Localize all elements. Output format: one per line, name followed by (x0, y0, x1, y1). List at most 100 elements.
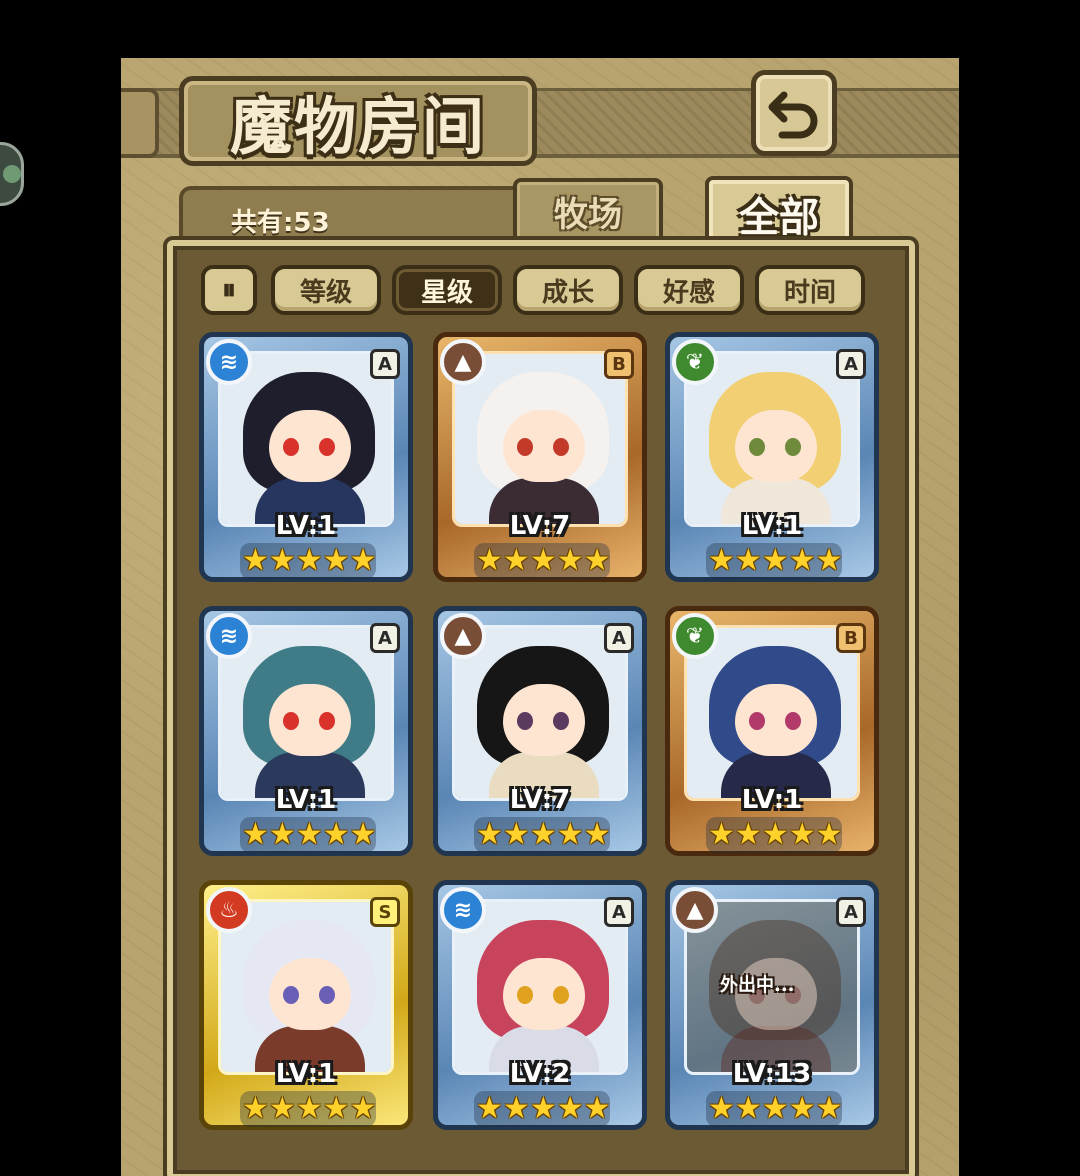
star-rating: ★ ★ ★ ★ ★ (474, 817, 611, 853)
star-icon: ★ (815, 1091, 843, 1126)
rank-badge: A (370, 623, 400, 653)
monster-card[interactable]: ≋ A LV:1 ★ ★ ★ ★ ★ (199, 606, 413, 856)
monster-card[interactable]: ≋ A LV:1 ★ ★ ★ ★ ★ (199, 332, 413, 582)
star-icon: ★ (295, 1091, 323, 1126)
star-icon: ★ (322, 543, 350, 578)
star-icon: ★ (734, 1091, 762, 1126)
level-label: LV:1 (275, 511, 337, 541)
back-button[interactable] (751, 70, 837, 156)
star-rating: ★ ★ ★ ★ ★ (240, 543, 377, 579)
star-rating: ★ ★ ★ ★ ★ (706, 543, 843, 579)
star-icon: ★ (268, 817, 296, 852)
star-icon: ★ (815, 817, 843, 852)
star-icon: ★ (583, 1091, 611, 1126)
star-rating: ★ ★ ★ ★ ★ (706, 1091, 843, 1127)
sort-by-time-button[interactable]: 时间 (755, 265, 865, 315)
star-icon: ★ (242, 543, 269, 578)
rank-badge: A (370, 349, 400, 379)
star-icon: ★ (708, 817, 735, 852)
level-label: LV:2 (509, 1059, 571, 1089)
monster-card[interactable]: ▲ B LV:7 ★ ★ ★ ★ ★ (433, 332, 647, 582)
sort-by-growth-button[interactable]: 成长 (513, 265, 623, 315)
rank-badge: A (604, 897, 634, 927)
monster-card[interactable]: ♨ S LV:1 ★ ★ ★ ★ ★ (199, 880, 413, 1130)
monster-card[interactable]: ❦ A LV:1 ★ ★ ★ ★ ★ (665, 332, 879, 582)
star-icon: ★ (476, 817, 503, 852)
star-icon: ★ (815, 543, 843, 578)
sort-label: 成长 (541, 277, 594, 308)
floating-assistant-button[interactable] (0, 142, 24, 206)
tab-ranch-label: 牧场 (554, 194, 622, 235)
water-icon: ≋ (206, 339, 252, 385)
portrait-eye (749, 438, 765, 456)
sort-by-level-button[interactable]: 等级 (271, 265, 381, 315)
star-icon: ★ (708, 543, 735, 578)
water-icon: ≋ (440, 887, 486, 933)
star-icon: ★ (502, 1091, 530, 1126)
rank-badge: A (836, 349, 866, 379)
star-icon: ★ (761, 543, 789, 578)
star-icon: ★ (734, 817, 762, 852)
portrait-eye (553, 712, 569, 730)
portrait-eye (749, 712, 765, 730)
star-rating: ★ ★ ★ ★ ★ (240, 817, 377, 853)
portrait-eye (517, 438, 533, 456)
sort-by-affection-button[interactable]: 好感 (634, 265, 744, 315)
star-icon: ★ (322, 1091, 350, 1126)
earth-icon: ▲ (440, 613, 486, 659)
star-icon: ★ (295, 543, 323, 578)
portrait-eye (553, 438, 569, 456)
away-status-label: 外出中... (720, 975, 795, 996)
rank-badge: A (604, 623, 634, 653)
level-label: LV:1 (741, 785, 803, 815)
earth-icon: ▲ (440, 339, 486, 385)
star-icon: ★ (788, 543, 816, 578)
portrait-eye (319, 712, 335, 730)
star-icon: ★ (556, 817, 584, 852)
sort-order-toggle[interactable]: ⏸ (201, 265, 257, 315)
star-icon: ★ (761, 817, 789, 852)
sort-label: 星级 (420, 277, 473, 308)
star-icon: ★ (268, 1091, 296, 1126)
star-icon: ★ (761, 1091, 789, 1126)
portrait-face (503, 410, 585, 482)
star-icon: ★ (502, 543, 530, 578)
star-icon: ★ (349, 1091, 377, 1126)
pause-order-icon: ⏸ (221, 273, 236, 306)
star-rating: ★ ★ ★ ★ ★ (474, 1091, 611, 1127)
star-icon: ★ (476, 1091, 503, 1126)
portrait-face (735, 684, 817, 756)
star-rating: ★ ★ ★ ★ ★ (474, 543, 611, 579)
monster-card[interactable]: ≋ A LV:2 ★ ★ ★ ★ ★ (433, 880, 647, 1130)
leaf-icon: ❦ (672, 613, 718, 659)
star-icon: ★ (529, 543, 557, 578)
star-rating: ★ ★ ★ ★ ★ (240, 1091, 377, 1127)
star-icon: ★ (242, 1091, 269, 1126)
tab-ranch[interactable]: 牧场 (513, 178, 663, 244)
monster-card[interactable]: 外出中... ▲ A LV:13 ★ ★ ★ ★ ★ (665, 880, 879, 1130)
water-icon: ≋ (206, 613, 252, 659)
level-label: LV:13 (732, 1059, 812, 1089)
portrait-eye (517, 712, 533, 730)
monster-card[interactable]: ❦ B LV:1 ★ ★ ★ ★ ★ (665, 606, 879, 856)
portrait-eye (517, 986, 533, 1004)
portrait-face (269, 410, 351, 482)
game-screen: 魔物房间 共有:53 牧场 全部 ⏸ 等级 星级 成长 好感 时间 ≋ A LV:1… (121, 58, 959, 1176)
rank-badge: B (604, 349, 634, 379)
star-icon: ★ (322, 817, 350, 852)
monster-count: 共有:53 (231, 208, 330, 238)
star-icon: ★ (268, 543, 296, 578)
star-icon: ★ (734, 543, 762, 578)
star-icon: ★ (242, 817, 269, 852)
portrait-eye (283, 986, 299, 1004)
portrait-eye (283, 712, 299, 730)
sort-label: 好感 (662, 277, 715, 308)
fire-icon: ♨ (206, 887, 252, 933)
monster-card[interactable]: ▲ A LV:7 ★ ★ ★ ★ ★ (433, 606, 647, 856)
rank-badge: S (370, 897, 400, 927)
star-icon: ★ (788, 1091, 816, 1126)
sort-label: 时间 (783, 277, 836, 308)
level-label: LV:7 (509, 785, 571, 815)
sort-by-star-button[interactable]: 星级 (392, 265, 502, 315)
portrait-face (269, 684, 351, 756)
